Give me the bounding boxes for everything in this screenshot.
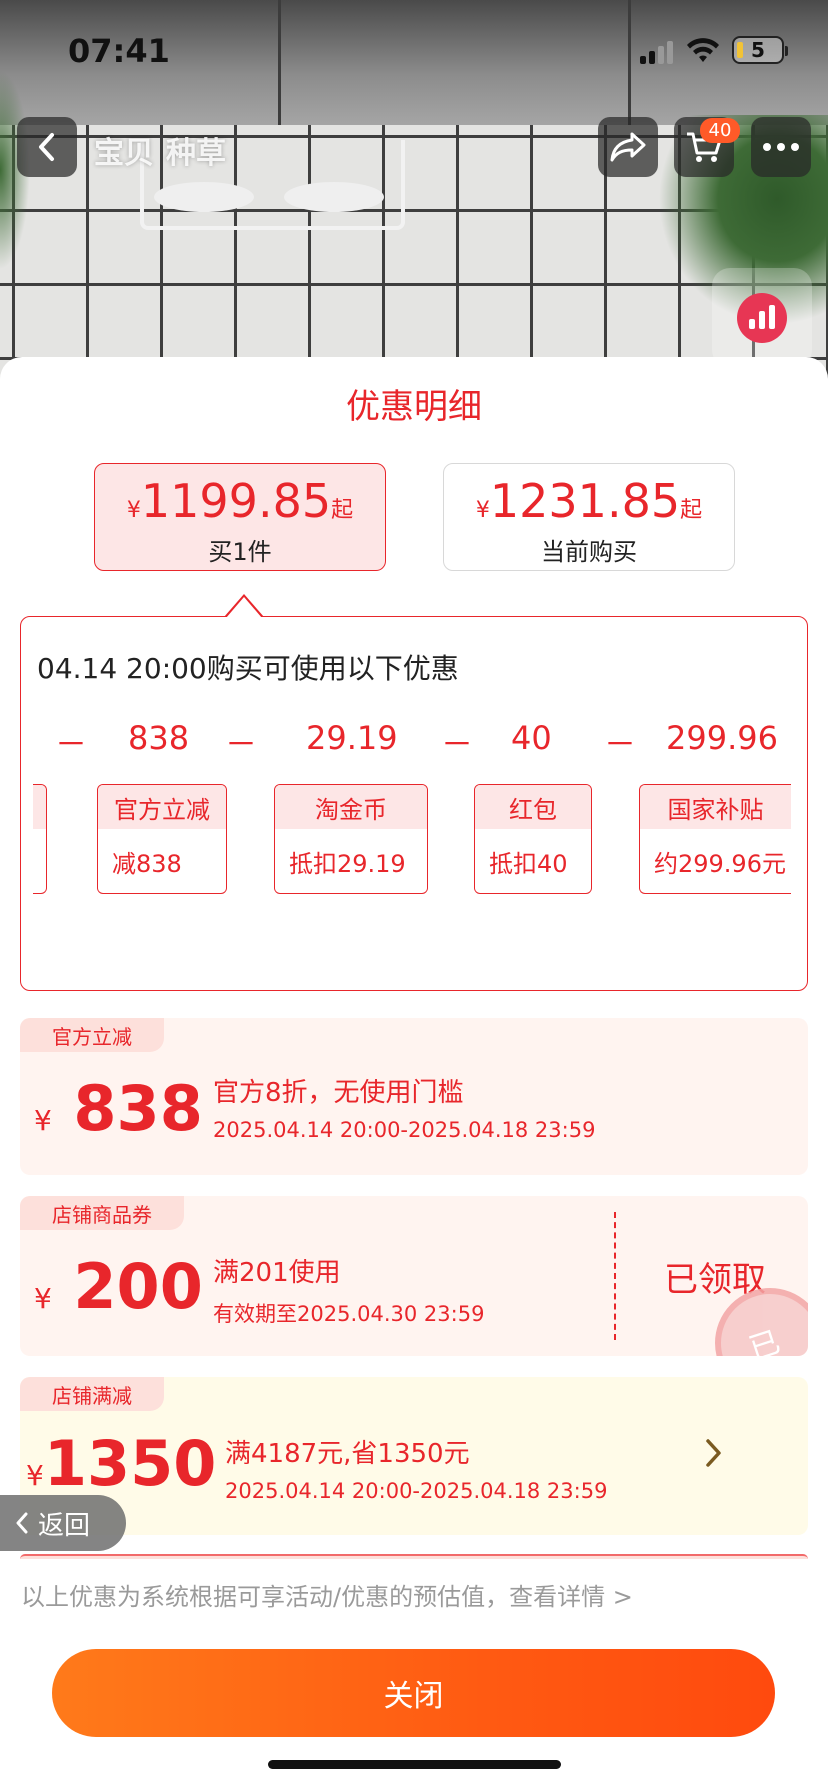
price-amount: ¥1199.85起 (95, 474, 385, 528)
price-value: 1231.85 (489, 474, 681, 528)
discount-amount: 299.96 (666, 719, 778, 757)
chip-value: 抵扣40 (489, 849, 568, 878)
price-option-current[interactable]: ¥1231.85起 当前购买 (443, 463, 735, 571)
chevron-right-icon[interactable] (704, 1437, 724, 1478)
wifi-icon (687, 38, 719, 62)
coupon-tag: 店铺满减 (20, 1377, 164, 1411)
discount-detail-sheet: 优惠明细 ¥1199.85起 买1件 ¥1231.85起 当前购买 04.14 … (0, 357, 828, 1792)
bowl (284, 182, 384, 212)
discount-chip[interactable]: 红包 抵扣40 (474, 784, 592, 894)
coupon-value: 200 (73, 1250, 203, 1323)
discount-chip[interactable]: 淘金币 抵扣29.19 (274, 784, 428, 894)
back-button[interactable] (17, 117, 77, 177)
cart-count-badge: 40 (700, 118, 740, 143)
chip-value: 减838 (112, 849, 182, 878)
coupon-tag: 官方立减 (20, 1018, 164, 1052)
coupon-amount: ¥ 838 (34, 1072, 203, 1145)
price-option-label: 买1件 (208, 538, 272, 566)
price-option-buy-one[interactable]: ¥1199.85起 买1件 (94, 463, 386, 571)
coupon-title: 满201使用 (213, 1258, 341, 1288)
coupon-card-shop[interactable]: 店铺商品券 ¥ 200 满201使用 有效期至2025.04.30 23:59 … (20, 1196, 808, 1356)
status-bar: 07:41 5 (0, 0, 828, 100)
chevron-left-icon (16, 1512, 28, 1534)
currency-symbol: ¥ (34, 1282, 52, 1315)
coupon-value: 838 (73, 1072, 203, 1145)
currency-symbol: ¥ (126, 498, 141, 523)
nav-tabs: 宝贝 种草 (94, 128, 226, 172)
chevron-left-icon (39, 133, 54, 161)
currency-symbol: ¥ (34, 1104, 52, 1137)
share-icon (610, 132, 646, 162)
chip-name: 官方立减 (98, 785, 226, 829)
coupon-card-official[interactable]: 官方立减 ¥ 838 官方8折，无使用门槛 2025.04.14 20:00-2… (20, 1018, 808, 1175)
price-amount: ¥1231.85起 (444, 474, 734, 528)
home-indicator (268, 1760, 561, 1769)
price-value: 1199.85 (140, 474, 332, 528)
sheet-title: 优惠明细 (346, 387, 482, 427)
currency-symbol: ¥ (26, 1459, 44, 1492)
pointer-notch (224, 594, 264, 618)
chip-value: 抵扣29.19 (289, 849, 406, 878)
more-button[interactable] (751, 117, 811, 177)
stats-button[interactable] (712, 268, 812, 368)
cellular-signal-icon (640, 40, 673, 64)
discount-breakdown: 04.14 20:00购买可使用以下优惠 － 838 － 29.19 － 40 … (20, 594, 808, 991)
return-label: 返回 (38, 1510, 91, 1541)
more-icon (763, 143, 799, 151)
minus-sign: － (225, 725, 258, 763)
minus-sign: － (604, 725, 637, 763)
chip-value: 约299.96元 (654, 849, 786, 878)
estimate-footnote[interactable]: 以上优惠为系统根据可享活动/优惠的预估值，查看详情 > (21, 1577, 633, 1612)
coupon-card-shop-discount[interactable]: 店铺满减 ¥1350 满4187元,省1350元 2025.04.14 20:0… (20, 1377, 808, 1535)
share-button[interactable] (598, 117, 658, 177)
coupon-tag: 店铺商品券 (20, 1196, 184, 1230)
next-coupon-edge (20, 1554, 808, 1559)
chip-name: 国家补贴 (640, 785, 791, 829)
tab-seed[interactable]: 种草 (166, 128, 226, 172)
bar-chart-icon (737, 293, 787, 343)
bowl (154, 182, 254, 212)
minus-sign: － (55, 725, 88, 763)
chip-name: 红包 (475, 785, 591, 829)
coupon-title: 满4187元,省1350元 (225, 1439, 470, 1469)
discount-amount: 40 (511, 719, 552, 757)
price-suffix: 起 (331, 498, 354, 523)
tab-item[interactable]: 宝贝 (94, 128, 154, 172)
breakdown-headline: 04.14 20:00购买可使用以下优惠 (37, 652, 459, 685)
coupon-divider (614, 1212, 616, 1340)
coupon-value: 1350 (43, 1427, 217, 1500)
chip-name: 淘金币 (275, 785, 427, 829)
battery-level: 5 (751, 38, 765, 62)
price-option-label: 当前购买 (541, 538, 637, 566)
discount-chip-partial (33, 784, 47, 894)
coupon-period: 有效期至2025.04.30 23:59 (213, 1302, 485, 1326)
battery-icon: 5 (732, 36, 788, 64)
coupon-title: 官方8折，无使用门槛 (213, 1078, 464, 1108)
coupon-period: 2025.04.14 20:00-2025.04.18 23:59 (213, 1118, 596, 1142)
discount-chip[interactable]: 国家补贴 约299.96元 (639, 784, 791, 894)
coupon-amount: ¥1350 (26, 1427, 216, 1500)
coupon-amount: ¥ 200 (34, 1250, 203, 1323)
close-button[interactable]: 关闭 (52, 1649, 775, 1737)
coupon-period: 2025.04.14 20:00-2025.04.18 23:59 (225, 1479, 608, 1503)
status-time: 07:41 (68, 32, 170, 70)
currency-symbol: ¥ (475, 498, 490, 523)
discount-chip[interactable]: 官方立减 减838 (97, 784, 227, 894)
price-suffix: 起 (680, 498, 703, 523)
discount-amount: 29.19 (306, 719, 398, 757)
discount-amount: 838 (128, 719, 190, 757)
minus-sign: － (441, 725, 474, 763)
return-button[interactable]: 返回 (0, 1495, 126, 1551)
